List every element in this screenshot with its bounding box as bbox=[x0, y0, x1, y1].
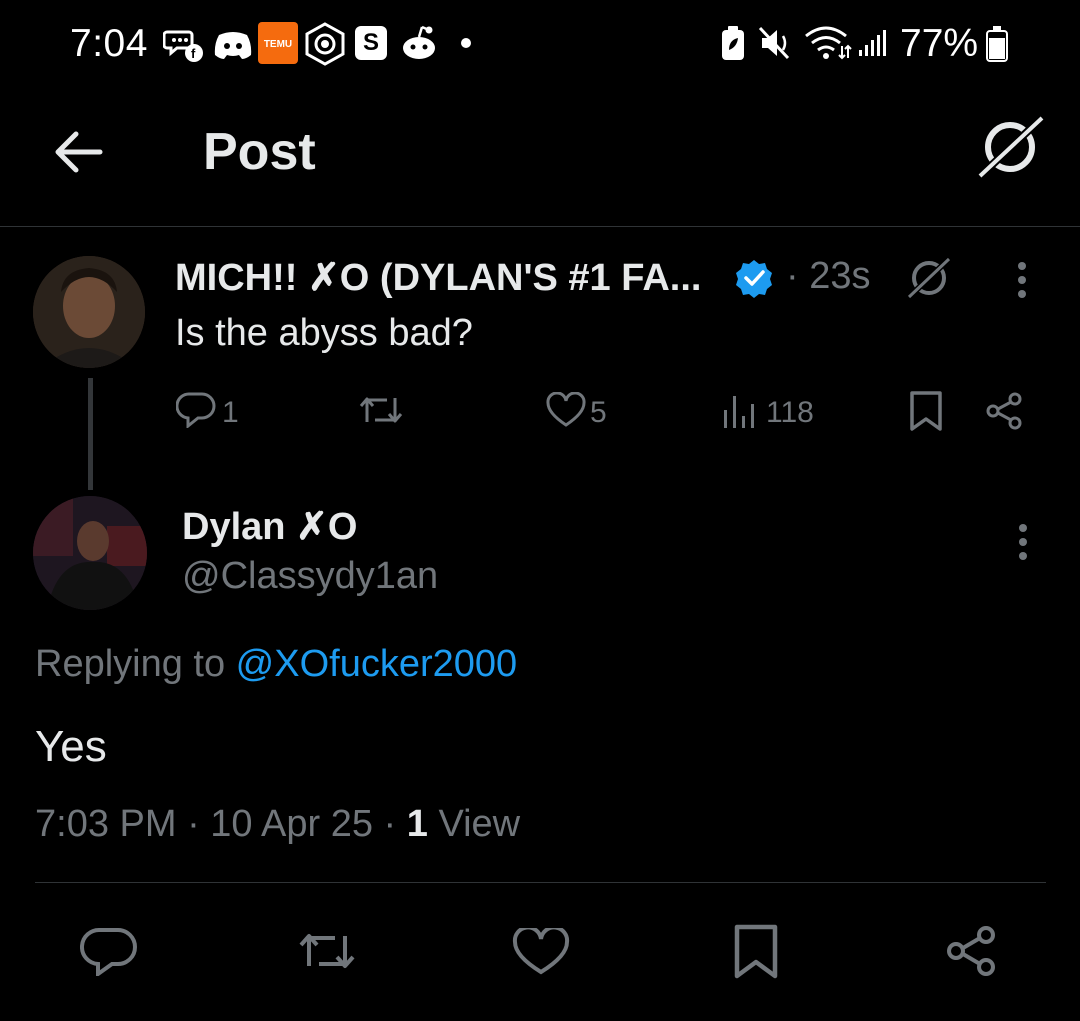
temu-label: TEMU bbox=[263, 39, 293, 50]
battery-saver-icon bbox=[722, 26, 744, 60]
wifi-icon bbox=[805, 26, 852, 60]
replying-to-handle-link[interactable]: @XOfucker2000 bbox=[236, 643, 518, 685]
like-icon[interactable] bbox=[546, 392, 586, 428]
bottom-repost-icon[interactable] bbox=[297, 928, 357, 974]
bottom-reply-icon[interactable] bbox=[80, 926, 138, 976]
avatar-photo-icon bbox=[33, 496, 147, 610]
status-time: 7:04 bbox=[70, 22, 148, 65]
parent-post-time: · 23s bbox=[786, 255, 871, 297]
verified-badge-icon bbox=[736, 260, 772, 298]
back-arrow-icon[interactable] bbox=[52, 128, 104, 176]
reply-more-icon[interactable] bbox=[1013, 522, 1033, 562]
grok-small-icon[interactable] bbox=[904, 254, 954, 302]
facebook-messenger-icon: f bbox=[163, 30, 203, 62]
views-count: 118 bbox=[766, 396, 814, 429]
repost-icon[interactable] bbox=[357, 392, 405, 428]
reply-view-label: View bbox=[427, 803, 521, 845]
parent-more-icon[interactable] bbox=[1012, 260, 1032, 300]
bottom-share-icon[interactable] bbox=[944, 924, 998, 978]
reply-author-handle[interactable]: @Classydy1an bbox=[182, 555, 438, 598]
reply-icon[interactable] bbox=[176, 390, 216, 428]
reply-count: 1 bbox=[222, 396, 239, 429]
discord-icon bbox=[214, 32, 252, 59]
replying-to-line: Replying to @XOfucker2000 bbox=[35, 643, 517, 686]
views-icon[interactable] bbox=[722, 392, 762, 430]
parent-post-text: Is the abyss bad? bbox=[175, 312, 473, 354]
s-app-label: S bbox=[362, 29, 379, 56]
reddit-icon bbox=[403, 25, 435, 59]
reply-post-text: Yes bbox=[35, 722, 107, 771]
bottom-bookmark-icon[interactable] bbox=[733, 924, 779, 980]
s-app-icon: S bbox=[355, 26, 387, 60]
thread-connector bbox=[88, 378, 93, 490]
temu-icon: TEMU bbox=[258, 22, 298, 64]
like-count: 5 bbox=[590, 396, 607, 429]
reply-post-meta: 7:03 PM · 10 Apr 25 · 1 View bbox=[35, 803, 520, 846]
avatar-photo-icon bbox=[33, 256, 145, 368]
header-divider bbox=[0, 226, 1080, 227]
replying-to-label: Replying to bbox=[35, 643, 236, 685]
share-icon[interactable] bbox=[984, 392, 1024, 430]
battery-percent: 77% bbox=[900, 22, 979, 65]
grok-icon[interactable] bbox=[974, 112, 1048, 182]
bookmark-icon[interactable] bbox=[908, 390, 944, 432]
reply-timestamp: 7:03 PM · 10 Apr 25 · bbox=[35, 803, 407, 845]
reply-author-name[interactable]: Dylan ✗O bbox=[182, 504, 357, 549]
signal-icon bbox=[859, 30, 886, 56]
page-title: Post bbox=[203, 123, 316, 181]
reply-view-count: 1 bbox=[406, 803, 428, 845]
bottom-like-icon[interactable] bbox=[512, 928, 570, 976]
parent-author-avatar[interactable] bbox=[33, 256, 145, 368]
parent-author-name[interactable]: MICH!! ✗O (DYLAN'S #1 FA... bbox=[175, 255, 701, 300]
reply-author-avatar[interactable] bbox=[33, 496, 147, 610]
mute-icon bbox=[758, 26, 790, 60]
battery-icon bbox=[986, 26, 1008, 62]
svg-text:f: f bbox=[191, 46, 196, 61]
lens-app-icon bbox=[305, 22, 345, 66]
more-dot-icon bbox=[461, 38, 471, 48]
footer-divider bbox=[35, 882, 1046, 883]
